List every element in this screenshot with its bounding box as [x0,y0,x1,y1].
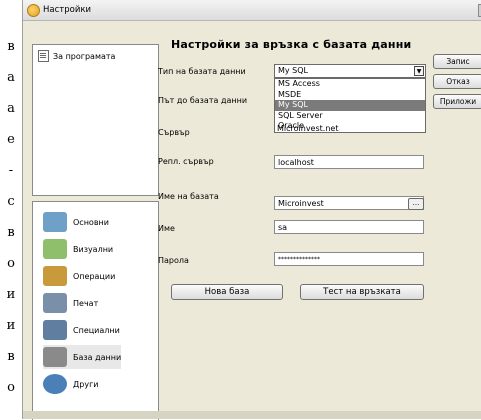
repl-server-label: Репл. сървър [158,157,214,166]
dropdown-option[interactable]: MSDE [275,90,425,101]
tree-item-label: За програмата [53,51,116,61]
db-type-label: Тип на базата данни [158,67,246,76]
other-settings-icon [43,374,67,394]
password-field[interactable]: ************** [274,252,424,266]
glyph: в [7,349,15,364]
category-label: Визуални [73,244,114,254]
dropdown-option[interactable]: SQL Server [275,111,425,122]
dropdown-option[interactable]: MS Access [275,79,425,90]
window-bottom-edge [23,411,481,419]
category-label: Операции [73,271,116,281]
glyph: с [7,194,15,209]
glyph: а [7,70,15,85]
username-field[interactable]: sa [274,220,424,234]
chevron-down-icon[interactable]: ▼ [414,66,424,76]
document-icon [38,50,49,62]
username-label: Име [158,224,175,233]
new-database-button[interactable]: Нова база [171,284,283,300]
category-label: Други [73,379,99,389]
glyph: в [7,225,15,240]
category-database[interactable]: База данни [43,345,122,369]
tree-item-about[interactable]: За програмата [38,50,115,62]
repl-server-field[interactable]: localhost [274,155,424,169]
section-heading: Настройки за връзка с базата данни [171,38,412,51]
db-type-value: My SQL [278,66,309,75]
glyph: и [6,287,16,302]
category-label: Основни [73,217,109,227]
category-operations[interactable]: Операции [43,264,115,288]
category-label: Печат [73,298,99,308]
window-title: Настройки [43,5,92,15]
db-name-label: Име на базата [158,192,219,201]
category-label: База данни [73,352,122,362]
glyph: е [7,132,15,147]
glyph: о [7,256,15,271]
db-path-label: Път до базата данни [158,96,248,105]
password-label: Парола [158,256,189,265]
category-special[interactable]: Специални [43,318,120,342]
apply-button[interactable]: Приложи [433,94,481,109]
cancel-button[interactable]: Отказ [433,74,481,89]
background-text-fragment: в а а е - с в о и и в о [0,0,22,419]
operations-icon [43,266,67,286]
server-field[interactable]: Microinvest.net [274,124,424,136]
title-bar[interactable]: Настройки [23,0,481,21]
glyph: в [7,39,15,54]
category-panel: Основни Визуални Операции Печат Специалн… [32,201,159,420]
general-settings-icon [43,212,67,232]
save-button[interactable]: Запис [433,54,481,69]
server-label: Сървър [158,128,190,137]
settings-app-icon [27,4,40,17]
category-print[interactable]: Печат [43,291,98,315]
category-general[interactable]: Основни [43,210,109,234]
glyph: о [7,380,15,395]
category-visual[interactable]: Визуални [43,237,113,261]
visual-settings-icon [43,239,67,259]
glyph: - [8,163,14,178]
db-name-field[interactable]: Microinvest [274,196,424,210]
printer-icon [43,293,67,313]
category-label: Специални [73,325,120,335]
glyph: и [6,318,16,333]
category-other[interactable]: Други [43,372,98,396]
special-settings-icon [43,320,67,340]
browse-button[interactable]: ... [408,198,424,210]
tree-panel: За програмата [32,44,159,196]
db-type-select[interactable]: My SQL ▼ [274,64,426,78]
settings-window: Настройки За програмата Основни Визуални… [22,0,481,420]
database-icon [43,347,67,367]
dropdown-option-selected[interactable]: My SQL [275,100,425,111]
test-connection-button[interactable]: Тест на връзката [300,284,424,300]
glyph: а [7,101,15,116]
